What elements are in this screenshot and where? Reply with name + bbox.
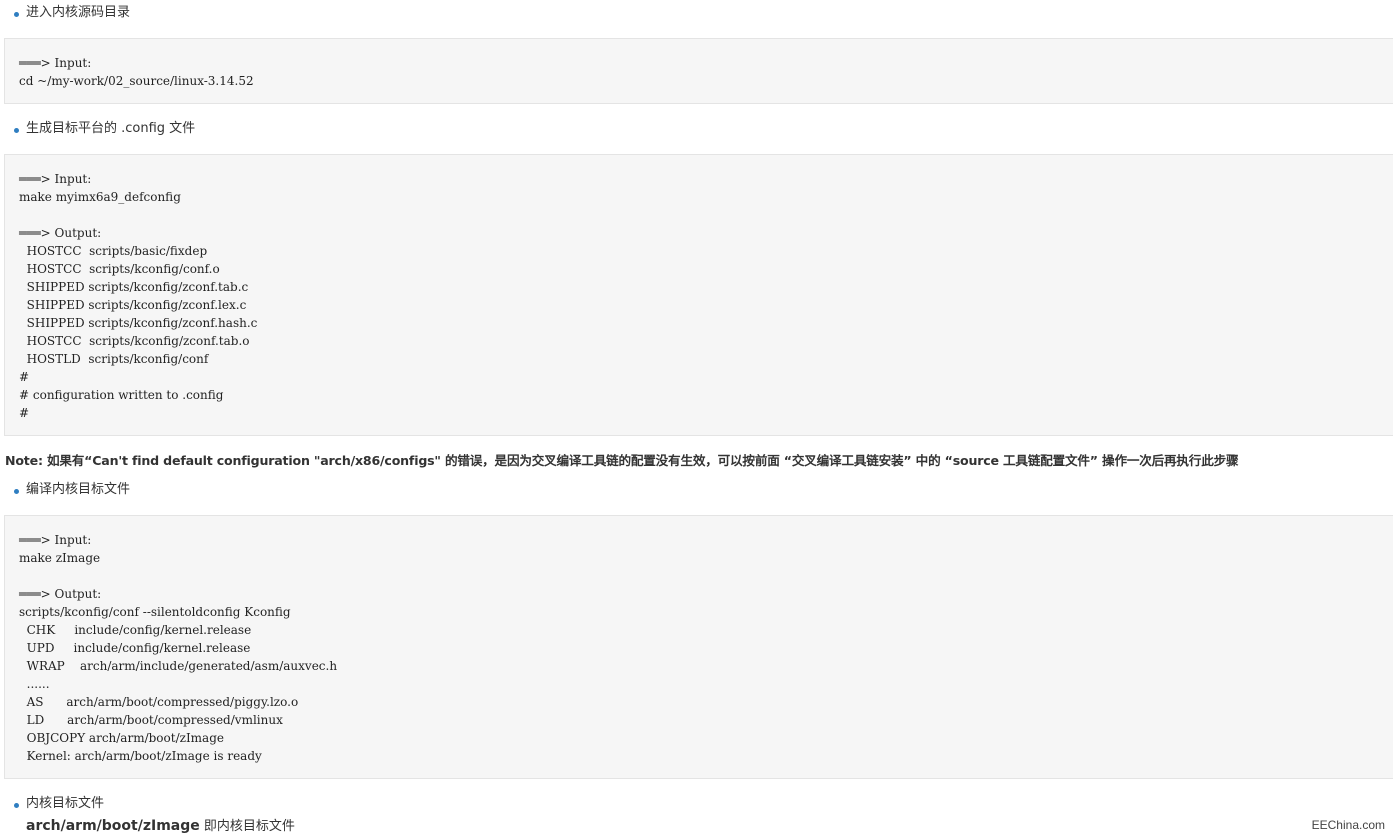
kernel-image-path: arch/arm/boot/zImage	[26, 818, 200, 834]
bullet-label: 内核目标文件	[26, 796, 105, 811]
code-block-zimage: ═══> Input: make zImage ═══> Output: scr…	[4, 515, 1393, 779]
bullet-label: 编译内核目标文件	[26, 482, 131, 497]
bullet-dot-icon	[14, 489, 19, 494]
bullet-label: 生成目标平台的 .config 文件	[26, 121, 196, 136]
bullet-dot-icon	[14, 128, 19, 133]
site-watermark: EEChina.com	[1311, 818, 1385, 832]
code-text: ═══> Input: make myimx6a9_defconfig ═══>…	[19, 172, 258, 420]
code-text: ═══> Input: make zImage ═══> Output: scr…	[19, 533, 338, 763]
bullet-dot-icon	[14, 12, 19, 17]
bullet-dot-icon	[14, 803, 19, 808]
code-text: ═══> Input: cd ~/my-work/02_source/linux…	[19, 56, 254, 88]
code-block-defconfig: ═══> Input: make myimx6a9_defconfig ═══>…	[4, 154, 1393, 436]
code-block-cd: ═══> Input: cd ~/my-work/02_source/linux…	[4, 38, 1393, 104]
kernel-image-description: 即内核目标文件	[199, 819, 295, 834]
bullet-label: 进入内核源码目录	[26, 5, 131, 20]
kernel-target-line: arch/arm/boot/zImage 即内核目标文件	[26, 815, 295, 837]
note-paragraph: Note: 如果有“Can't find default configurati…	[5, 453, 1239, 468]
